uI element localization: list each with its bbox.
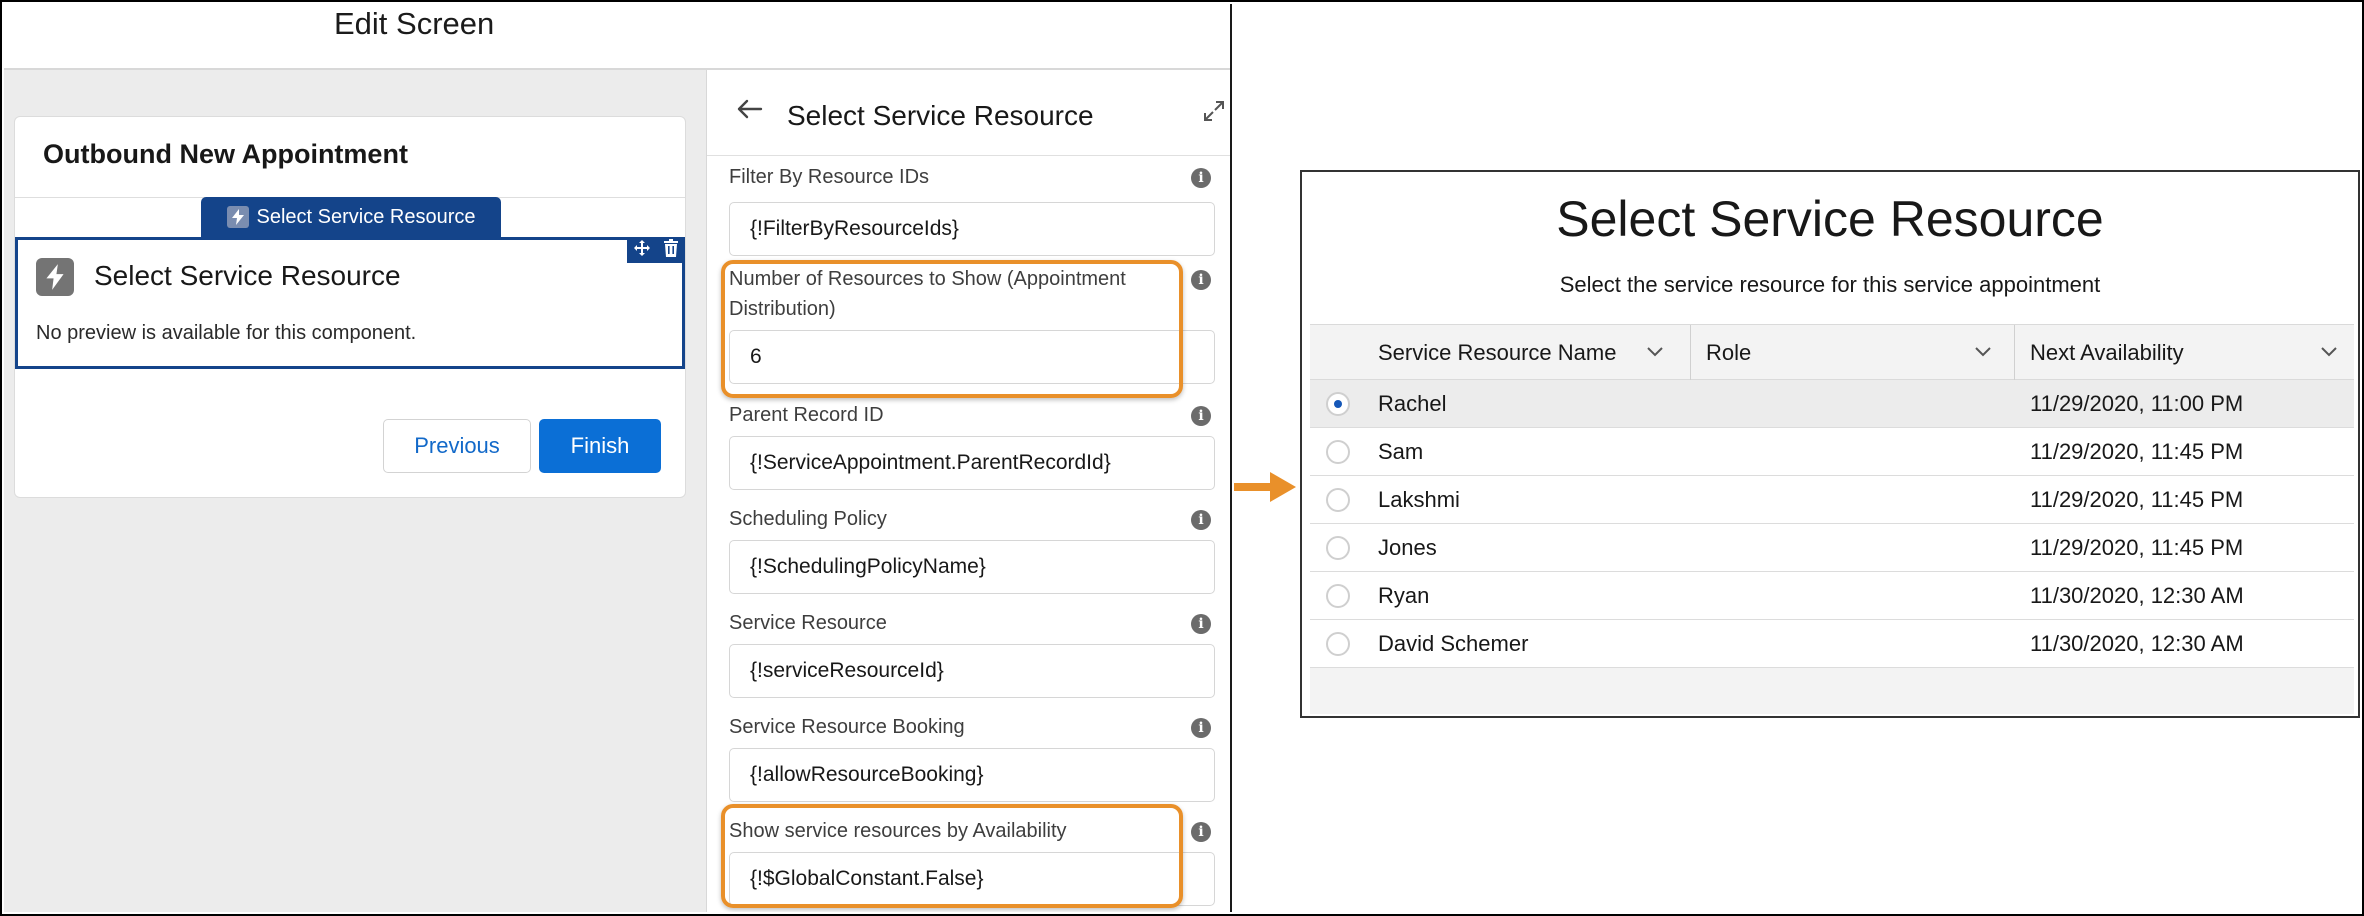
bolt-icon [36,258,74,296]
resource-name: Lakshmi [1378,487,1460,512]
preview-subtitle: Select the service resource for this ser… [1559,272,2101,297]
preview-title: Select Service Resource [1556,191,2104,247]
resource-name: Sam [1378,439,1424,464]
component-title: Select Service Resource [94,260,401,291]
row-radio[interactable] [1326,392,1350,416]
column-label: Role [1706,340,1752,365]
info-icon[interactable]: i [1191,822,1211,842]
property-service-resource-booking: Service Resource Booking i {!allowResour… [729,712,1215,802]
next-availability: 11/30/2020, 12:30 AM [2030,631,2244,656]
column-header-role[interactable]: Role [1706,325,1751,381]
info-icon[interactable]: i [1191,168,1211,188]
trash-icon[interactable] [663,238,679,262]
column-label: Service Resource Name [1378,340,1617,365]
property-label: Filter By Resource IDs [729,166,930,188]
property-input[interactable]: 6 [729,330,1215,384]
property-label: Scheduling Policy [729,508,887,530]
component-actions [627,237,685,263]
properties-panel: Select Service Resource Filter By Resour… [706,70,1230,912]
column-label: Next Availability [2030,340,2184,365]
next-availability: 11/29/2020, 11:45 PM [2030,439,2244,464]
table-row[interactable]: David Schemer 11/30/2020, 12:30 AM [1310,620,2354,668]
resource-name: Jones [1378,535,1437,560]
back-arrow-icon[interactable] [737,94,763,126]
chevron-down-icon[interactable] [1974,345,1992,359]
resource-name: David Schemer [1378,631,1529,656]
properties-title: Select Service Resource [787,100,1094,131]
properties-header: Select Service Resource [707,70,1230,156]
property-scheduling-policy: Scheduling Policy i {!SchedulingPolicyNa… [729,504,1215,594]
arrow-right-icon [1234,472,1296,502]
property-label: Show service resources by Availability [729,820,1067,842]
property-label: Service Resource Booking [729,716,965,738]
property-label: Service Resource [729,612,887,634]
editor-title: Edit Screen [334,6,495,41]
property-filter-resource-ids: Filter By Resource IDs i {!FilterByResou… [729,162,1215,256]
property-input[interactable]: {!allowResourceBooking} [729,748,1215,802]
row-radio[interactable] [1326,536,1350,560]
info-icon[interactable]: i [1191,510,1211,530]
property-label: Number of Resources to Show (Appointment… [729,268,1126,320]
screen-name: Outbound New Appointment [43,139,408,169]
column-header-next-availability[interactable]: Next Availability [2030,325,2184,381]
expand-icon[interactable] [1203,100,1225,127]
component-note: No preview is available for this compone… [36,322,417,344]
property-input[interactable]: {!serviceResourceId} [729,644,1215,698]
table-row[interactable]: Sam 11/29/2020, 11:45 PM [1310,428,2354,476]
previous-button[interactable]: Previous [383,419,531,473]
property-input[interactable]: {!$GlobalConstant.False} [729,852,1215,906]
bolt-icon [226,206,249,228]
info-icon[interactable]: i [1191,270,1211,290]
component-tab[interactable]: Select Service Resource [201,197,501,237]
screen-card: Outbound New Appointment Select Service … [14,116,686,498]
table-row[interactable]: Lakshmi 11/29/2020, 11:45 PM [1310,476,2354,524]
flow-editor: Edit Screen Outbound New Appointment Sel… [4,4,1232,912]
property-number-of-resources: Number of Resources to Show (Appointment… [729,264,1215,384]
screen-canvas: Outbound New Appointment Select Service … [4,70,706,912]
preview-footer [1310,668,2354,714]
chevron-down-icon[interactable] [2320,345,2338,359]
info-icon[interactable]: i [1191,718,1211,738]
selected-component[interactable]: Select Service Resource No preview is av… [15,237,685,369]
row-radio[interactable] [1326,440,1350,464]
table-row[interactable]: Rachel 11/29/2020, 11:00 PM [1310,380,2354,428]
property-input[interactable]: {!SchedulingPolicyName} [729,540,1215,594]
info-icon[interactable]: i [1191,614,1211,634]
resource-name: Rachel [1378,391,1447,416]
component-tab-label: Select Service Resource [256,205,476,228]
table-row[interactable]: Ryan 11/30/2020, 12:30 AM [1310,572,2354,620]
row-radio[interactable] [1326,632,1350,656]
chevron-down-icon[interactable] [1646,345,1664,359]
table-header: Service Resource Name Role Next Availabi… [1310,324,2354,381]
column-header-name[interactable]: Service Resource Name [1378,325,1616,381]
property-parent-record-id: Parent Record ID i {!ServiceAppointment.… [729,400,1215,490]
next-availability: 11/29/2020, 11:45 PM [2030,487,2244,512]
row-radio[interactable] [1326,584,1350,608]
property-service-resource: Service Resource i {!serviceResourceId} [729,608,1215,698]
property-label: Parent Record ID [729,404,884,426]
runtime-preview: Select Service Resource Select the servi… [1300,170,2360,718]
next-availability: 11/30/2020, 12:30 AM [2030,583,2244,608]
next-availability: 11/29/2020, 11:00 PM [2030,391,2244,416]
move-icon[interactable] [633,239,651,262]
property-input[interactable]: {!ServiceAppointment.ParentRecordId} [729,436,1215,490]
row-radio[interactable] [1326,488,1350,512]
property-input[interactable]: {!FilterByResourceIds} [729,202,1215,256]
column-divider [1690,325,1691,381]
next-availability: 11/29/2020, 11:45 PM [2030,535,2244,560]
finish-button[interactable]: Finish [539,419,661,473]
figure-frame: Edit Screen Outbound New Appointment Sel… [0,0,2364,916]
info-icon[interactable]: i [1191,406,1211,426]
column-divider [2014,325,2015,381]
resource-name: Ryan [1378,583,1430,608]
property-show-by-availability: Show service resources by Availability i… [729,816,1215,906]
table-row[interactable]: Jones 11/29/2020, 11:45 PM [1310,524,2354,572]
